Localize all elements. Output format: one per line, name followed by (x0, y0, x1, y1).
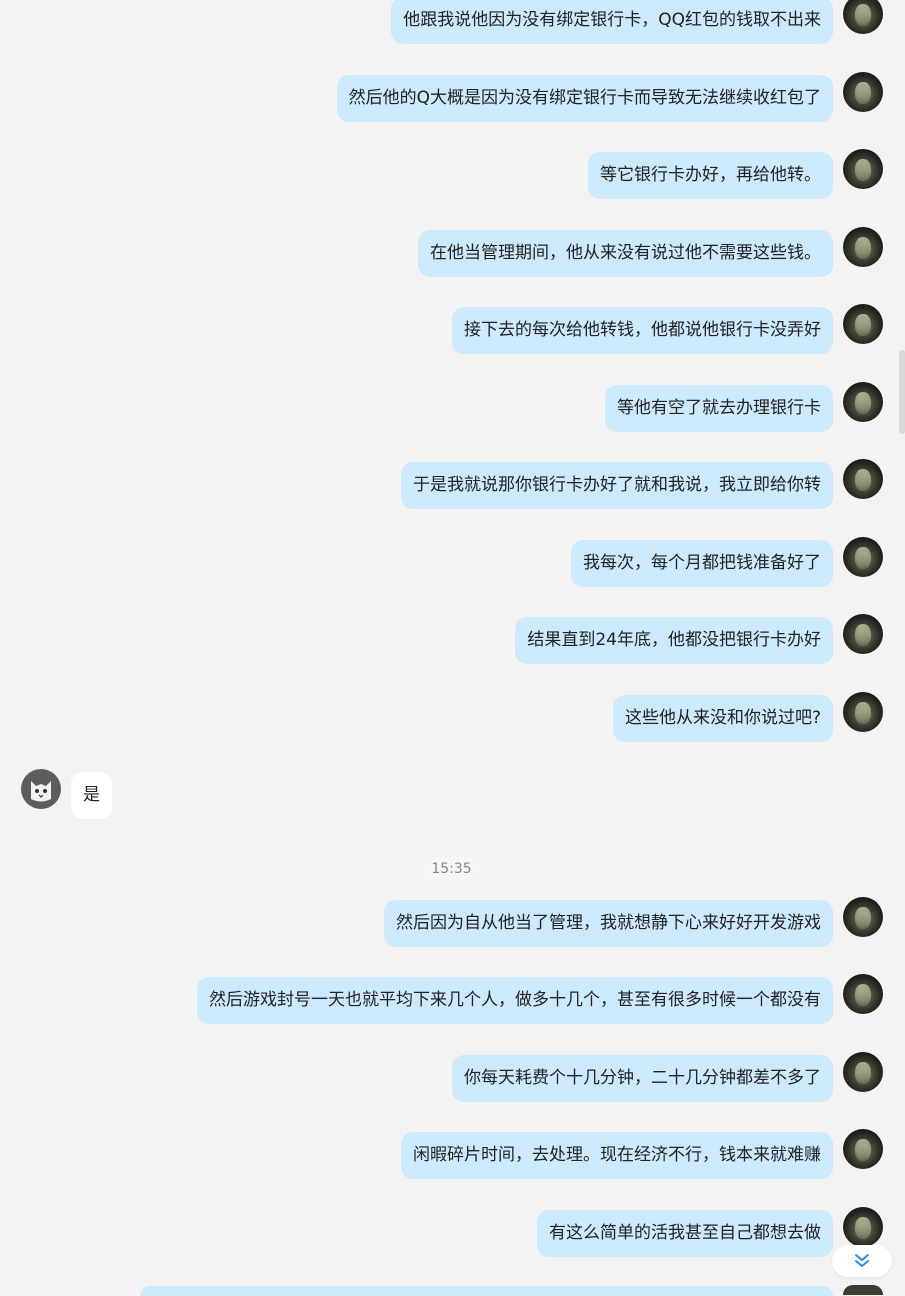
user-avatar[interactable] (843, 1129, 883, 1169)
chat-message-outgoing: 在他当管理期间，他从来没有说过他不需要这些钱。 (0, 227, 905, 278)
chat-message-outgoing: 闲暇碎片时间，去处理。现在经济不行，钱本来就难赚 (0, 1129, 905, 1180)
chat-message-outgoing: 等他有空了就去办理银行卡 (0, 382, 905, 433)
message-bubble[interactable]: 然后游戏封号一天也就平均下来几个人，做多十几个，甚至有很多时候一个都没有 (197, 977, 833, 1024)
message-bubble[interactable]: 他跟我说他因为没有绑定银行卡，QQ红包的钱取不出来 (391, 0, 833, 44)
user-avatar[interactable] (843, 149, 883, 189)
message-bubble[interactable]: 等他有空了就去办理银行卡 (605, 385, 833, 432)
user-avatar[interactable] (843, 72, 883, 112)
message-bubble[interactable]: 然后因为自从他当了管理，我就想静下心来好好开发游戏 (384, 900, 833, 947)
message-bubble-partial[interactable] (140, 1286, 833, 1296)
message-bubble[interactable]: 然后他的Q大概是因为没有绑定银行卡而导致无法继续收红包了 (336, 75, 833, 122)
user-avatar[interactable] (843, 692, 883, 732)
chat-message-outgoing: 他跟我说他因为没有绑定银行卡，QQ红包的钱取不出来 (0, 0, 905, 45)
message-bubble[interactable]: 有这么简单的活我甚至自己都想去做 (537, 1210, 833, 1257)
chat-message-outgoing: 然后游戏封号一天也就平均下来几个人，做多十几个，甚至有很多时候一个都没有 (0, 974, 905, 1025)
user-avatar[interactable] (843, 1285, 883, 1295)
chat-message-outgoing: 然后他的Q大概是因为没有绑定银行卡而导致无法继续收红包了 (0, 72, 905, 123)
user-avatar[interactable] (843, 614, 883, 654)
chat-message-incoming: 是 (0, 769, 905, 820)
message-bubble[interactable]: 是 (71, 772, 112, 819)
scrollbar-thumb[interactable] (899, 350, 905, 434)
user-avatar[interactable] (843, 0, 883, 34)
user-avatar[interactable] (843, 304, 883, 344)
chat-message-outgoing: 接下去的每次给他转钱，他都说他银行卡没弄好 (0, 304, 905, 355)
double-chevron-down-icon (855, 1254, 869, 1267)
chat-message-outgoing: 结果直到24年底，他都没把银行卡办好 (0, 614, 905, 665)
chat-message-outgoing: 等它银行卡办好，再给他转。 (0, 149, 905, 200)
user-avatar[interactable] (843, 537, 883, 577)
chat-message-outgoing: 有这么简单的活我甚至自己都想去做 (0, 1207, 905, 1258)
chat-message-outgoing: 于是我就说那你银行卡办好了就和我说，我立即给你转 (0, 459, 905, 510)
message-bubble[interactable]: 结果直到24年底，他都没把银行卡办好 (515, 617, 833, 664)
message-timestamp: 15:35 (423, 857, 480, 881)
message-bubble[interactable]: 接下去的每次给他转钱，他都说他银行卡没弄好 (452, 307, 833, 354)
message-bubble[interactable]: 等它银行卡办好，再给他转。 (588, 152, 833, 199)
chat-message-outgoing: 然后因为自从他当了管理，我就想静下心来好好开发游戏 (0, 897, 905, 948)
user-avatar[interactable] (843, 227, 883, 267)
cat-avatar-icon[interactable] (21, 769, 61, 809)
message-bubble[interactable]: 你每天耗费个十几分钟，二十几分钟都差不多了 (452, 1055, 833, 1102)
user-avatar[interactable] (843, 974, 883, 1014)
chat-message-outgoing: 我每次，每个月都把钱准备好了 (0, 537, 905, 588)
user-avatar[interactable] (843, 1052, 883, 1092)
user-avatar[interactable] (843, 459, 883, 499)
user-avatar[interactable] (843, 1207, 883, 1247)
message-bubble[interactable]: 闲暇碎片时间，去处理。现在经济不行，钱本来就难赚 (401, 1132, 833, 1179)
user-avatar[interactable] (843, 382, 883, 422)
chat-message-outgoing: 这些他从来没和你说过吧? (0, 692, 905, 743)
chat-message-outgoing: 你每天耗费个十几分钟，二十几分钟都差不多了 (0, 1052, 905, 1103)
message-bubble[interactable]: 在他当管理期间，他从来没有说过他不需要这些钱。 (418, 230, 833, 277)
message-bubble[interactable]: 于是我就说那你银行卡办好了就和我说，我立即给你转 (401, 462, 833, 509)
message-bubble[interactable]: 这些他从来没和你说过吧? (612, 695, 833, 742)
user-avatar[interactable] (843, 897, 883, 937)
scroll-to-bottom-button[interactable] (832, 1245, 892, 1277)
message-bubble[interactable]: 我每次，每个月都把钱准备好了 (571, 540, 833, 587)
